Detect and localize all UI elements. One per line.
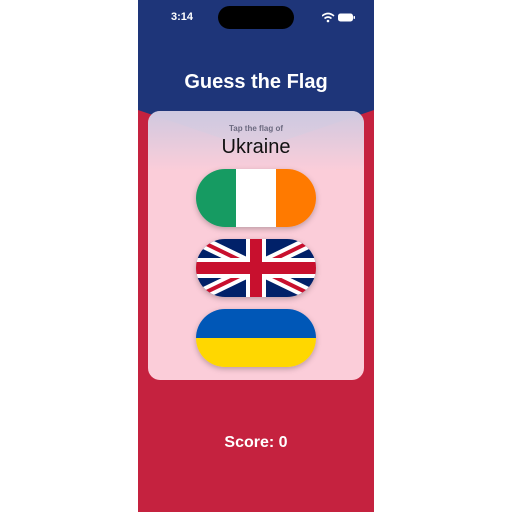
phone-screen: 3:14 Guess the Flag Tap the flag of Ukra… [138, 0, 374, 512]
wifi-icon [322, 12, 335, 23]
question-prompt: Tap the flag of [228, 124, 284, 133]
battery-icon [338, 13, 355, 22]
status-icons [322, 12, 355, 23]
union-jack-flag-icon [196, 239, 316, 297]
dynamic-island [218, 6, 294, 29]
score-label: Score: 0 [224, 434, 288, 451]
flag-button-ireland[interactable] [196, 169, 316, 227]
app-title: Guess the Flag [184, 71, 328, 93]
status-bar: 3:14 [138, 0, 374, 36]
flag-button-ukraine[interactable] [196, 309, 316, 367]
question-card: Tap the flag of Ukraine [148, 111, 364, 380]
ukraine-flag-icon [196, 309, 316, 367]
ireland-flag-icon [196, 169, 316, 227]
target-country: Ukraine [221, 136, 291, 158]
flag-button-united-kingdom[interactable] [196, 239, 316, 297]
status-time: 3:14 [171, 11, 194, 23]
